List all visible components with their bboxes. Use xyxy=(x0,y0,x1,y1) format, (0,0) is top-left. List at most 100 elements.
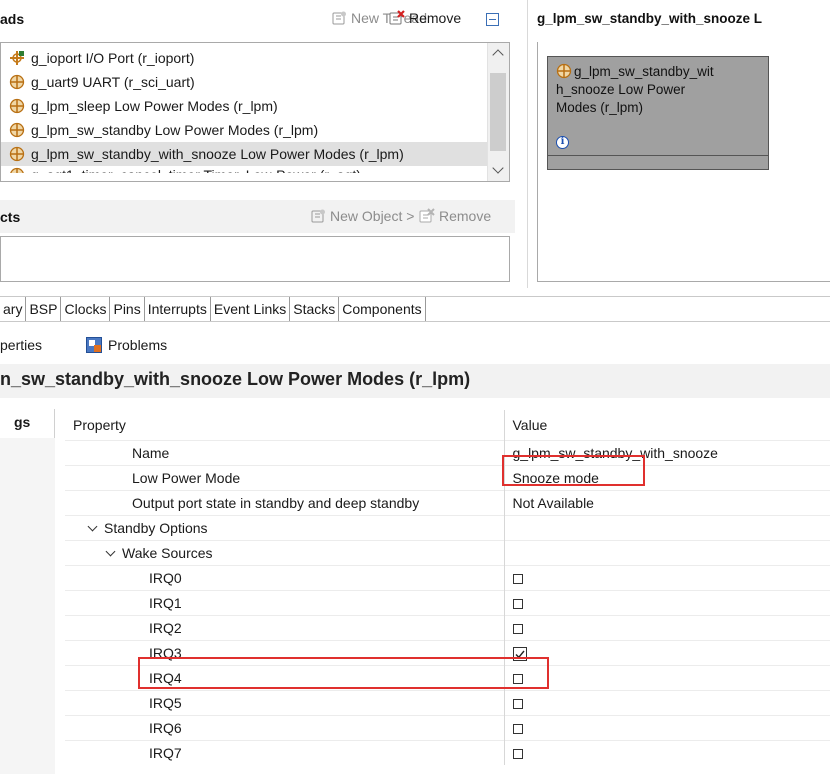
remove-object-label: Remove xyxy=(439,208,492,224)
table-row[interactable]: IRQ6 xyxy=(65,714,830,740)
value-cell[interactable] xyxy=(504,664,830,690)
new-object-icon xyxy=(310,208,326,224)
table-row[interactable]: IRQ0 xyxy=(65,564,830,590)
table-row[interactable]: Output port state in standby and deep st… xyxy=(65,489,830,515)
stack-module-label: h_snooze Low Power Modes (r_lpm) xyxy=(556,81,685,117)
property-cell: IRQ6 xyxy=(65,714,505,740)
checkbox[interactable] xyxy=(512,723,523,734)
checkbox[interactable] xyxy=(512,749,523,760)
list-item-partial[interactable]: g_agt1_timer_cancel_timer Timer, Low-Pow… xyxy=(9,165,361,182)
view-tab-properties[interactable]: perties xyxy=(0,337,42,353)
highlight-box-mode xyxy=(502,455,645,486)
stack-module-footer xyxy=(548,155,768,156)
value-cell[interactable] xyxy=(504,714,830,740)
objects-panel-title: cts xyxy=(0,209,21,225)
property-cell: Standby Options xyxy=(65,514,505,540)
property-name: Output port state in standby and deep st… xyxy=(132,494,420,511)
table-row[interactable]: IRQ1 xyxy=(65,589,830,615)
scroll-up-icon[interactable] xyxy=(492,49,504,61)
list-item-label: g_lpm_sleep Low Power Modes (r_lpm) xyxy=(31,98,278,114)
collapse-all-icon[interactable] xyxy=(486,13,499,26)
side-tab-settings[interactable]: gs xyxy=(0,409,55,438)
property-cell: IRQ7 xyxy=(65,739,505,765)
objects-list[interactable] xyxy=(0,236,510,282)
tab-bsp[interactable]: BSP xyxy=(26,297,62,321)
highlight-box-irq3 xyxy=(138,657,549,689)
property-cell: IRQ0 xyxy=(65,564,505,590)
stack-module-block[interactable]: g_lpm_sw_standby_wit h_snooze Low Power … xyxy=(547,56,769,170)
value-cell[interactable] xyxy=(504,614,830,640)
list-item-selected[interactable]: g_lpm_sw_standby_with_snooze Low Power M… xyxy=(1,142,487,166)
stack-module-icon xyxy=(556,63,572,82)
table-row[interactable]: Low Power Mode Snooze mode xyxy=(65,464,830,490)
property-name: Name xyxy=(132,444,170,461)
tab-stacks[interactable]: Stacks xyxy=(290,297,340,321)
checkbox[interactable] xyxy=(512,573,523,584)
new-object-button[interactable]: New Object > xyxy=(310,208,414,224)
stack-panel-title: g_lpm_sw_standby_with_snooze L xyxy=(537,11,763,26)
list-item[interactable]: g_ioport I/O Port (r_ioport) xyxy=(9,46,194,70)
table-row[interactable]: Wake Sources xyxy=(65,539,830,565)
table-row[interactable]: IRQ2 xyxy=(65,614,830,640)
list-item[interactable]: g_lpm_sleep Low Power Modes (r_lpm) xyxy=(9,94,278,118)
properties-title: n_sw_standby_with_snooze Low Power Modes… xyxy=(0,369,471,389)
threads-scrollbar[interactable] xyxy=(487,43,509,181)
value-cell xyxy=(504,514,830,540)
tab-interrupts[interactable]: Interrupts xyxy=(145,297,211,321)
list-item-label: g_lpm_sw_standby_with_snooze Low Power M… xyxy=(31,146,404,162)
ioport-icon xyxy=(9,50,25,66)
checkbox[interactable] xyxy=(512,623,523,634)
tab-clocks[interactable]: Clocks xyxy=(61,297,111,321)
value-cell[interactable] xyxy=(504,739,830,765)
value-cell[interactable] xyxy=(504,589,830,615)
property-cell: IRQ5 xyxy=(65,689,505,715)
module-icon xyxy=(9,146,25,162)
side-tab-label: gs xyxy=(14,414,31,430)
property-group: Wake Sources xyxy=(122,544,213,561)
list-item[interactable]: g_uart9 UART (r_sci_uart) xyxy=(9,70,195,94)
chevron-down-icon[interactable] xyxy=(105,546,116,556)
remove-thread-button[interactable]: Remove xyxy=(389,10,461,26)
table-header: Property Value xyxy=(65,410,830,440)
list-item-label: g_lpm_sw_standby Low Power Modes (r_lpm) xyxy=(31,122,319,138)
value-cell[interactable] xyxy=(504,689,830,715)
module-icon xyxy=(9,167,25,173)
module-icon xyxy=(9,98,25,114)
info-icon[interactable]: i xyxy=(556,136,569,149)
header-value: Value xyxy=(504,410,830,440)
table-row[interactable]: IRQ5 xyxy=(65,689,830,715)
value-cell[interactable] xyxy=(504,564,830,590)
list-item-label: g_uart9 UART (r_sci_uart) xyxy=(31,74,195,90)
view-tab-problems[interactable]: Problems xyxy=(108,337,167,353)
property-name: IRQ0 xyxy=(149,569,182,586)
scrollbar-thumb[interactable] xyxy=(490,73,506,151)
chevron-down-icon[interactable] xyxy=(87,521,98,531)
remove-icon xyxy=(389,10,405,26)
remove-object-button[interactable]: Remove xyxy=(419,208,491,224)
side-tab-strip xyxy=(0,438,55,774)
config-tabs-bar: ary BSP Clocks Pins Interrupts Event Lin… xyxy=(0,296,830,322)
checkbox[interactable] xyxy=(512,698,523,709)
property-cell: Output port state in standby and deep st… xyxy=(65,489,505,515)
problems-icon xyxy=(86,337,102,353)
scroll-down-icon[interactable] xyxy=(492,162,504,174)
table-row[interactable]: IRQ7 xyxy=(65,739,830,765)
property-cell: Low Power Mode xyxy=(65,464,505,490)
list-item-label: g_agt1_timer_cancel_timer Timer, Low-Pow… xyxy=(31,167,361,182)
list-item[interactable]: g_lpm_sw_standby Low Power Modes (r_lpm) xyxy=(9,118,318,142)
tab-summary[interactable]: ary xyxy=(0,297,27,321)
threads-list[interactable]: g_ioport I/O Port (r_ioport) g_uart9 UAR… xyxy=(0,42,510,182)
config-tabs: ary BSP Clocks Pins Interrupts Event Lin… xyxy=(0,297,426,321)
tab-event-links[interactable]: Event Links xyxy=(211,297,291,321)
property-group: Standby Options xyxy=(104,519,208,536)
tab-components[interactable]: Components xyxy=(339,297,426,321)
module-icon xyxy=(9,74,25,90)
checkbox[interactable] xyxy=(512,598,523,609)
stack-module-label: g_lpm_sw_standby_wit xyxy=(574,63,714,81)
remove-thread-label: Remove xyxy=(409,10,462,26)
value-cell[interactable] xyxy=(504,639,830,665)
tab-pins[interactable]: Pins xyxy=(110,297,145,321)
value-cell[interactable]: Not Available xyxy=(504,489,830,515)
table-row[interactable]: Standby Options xyxy=(65,514,830,540)
table-row[interactable]: Name g_lpm_sw_standby_with_snooze xyxy=(65,439,830,465)
